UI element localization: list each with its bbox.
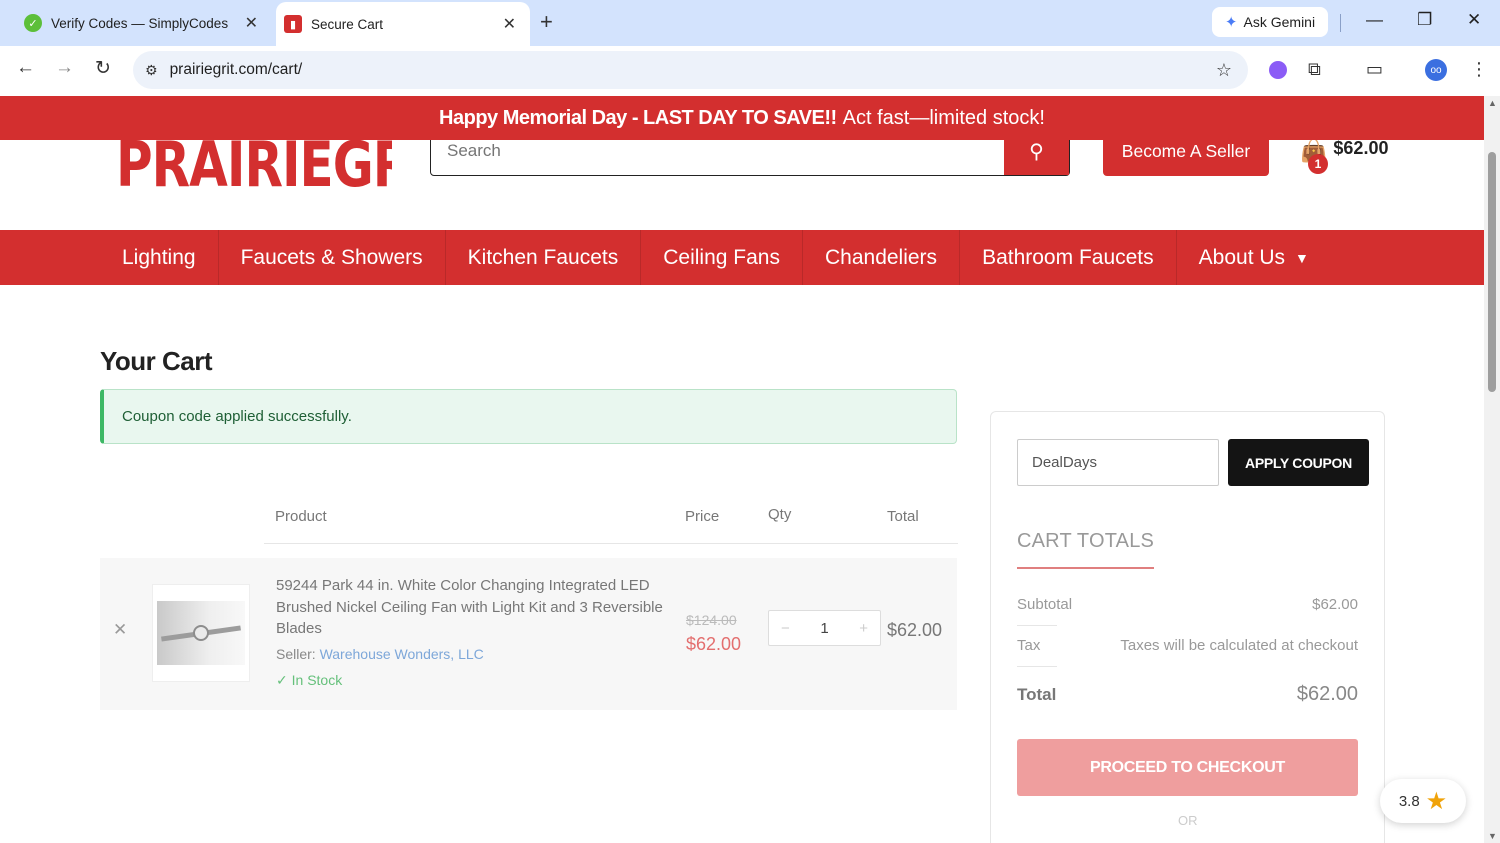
divider — [1340, 14, 1341, 32]
category-nav: Lighting Faucets & Showers Kitchen Fauce… — [0, 230, 1484, 285]
tab-title: Verify Codes — SimplyCodes — [51, 15, 229, 31]
cart-count-badge: 1 — [1308, 154, 1328, 174]
subtotal-label: Subtotal — [1017, 596, 1073, 613]
column-qty: Qty — [768, 506, 792, 523]
nav-item-about-us[interactable]: About Us ▼ — [1177, 230, 1331, 285]
quantity-stepper: − 1 + — [768, 610, 881, 646]
tax-row: Tax Taxes will be calculated at checkout — [1017, 637, 1358, 654]
menu-kebab-icon[interactable]: ⋮ — [1470, 59, 1488, 80]
stock-label: In Stock — [291, 672, 343, 688]
chevron-down-icon: ▼ — [1295, 249, 1309, 266]
reload-icon[interactable]: ↻ — [95, 57, 111, 80]
close-tab-icon[interactable]: ✕ — [245, 13, 258, 33]
promo-bold: Happy Memorial Day - LAST DAY TO SAVE!! — [439, 106, 837, 129]
close-tab-icon[interactable]: ✕ — [503, 14, 516, 34]
promo-banner: Happy Memorial Day - LAST DAY TO SAVE!! … — [0, 96, 1484, 140]
seller-label: Seller: — [276, 646, 316, 662]
apply-coupon-button[interactable]: APPLY COUPON — [1228, 439, 1369, 486]
cart-table-header: Product Price Qty Total — [264, 496, 958, 544]
decrease-qty-button[interactable]: − — [781, 620, 790, 637]
mini-cart[interactable]: 👜 1 $62.00 — [1300, 138, 1389, 174]
quantity-value[interactable]: 1 — [820, 620, 828, 637]
gemini-icon: ✦ — [1224, 14, 1238, 31]
promo-rest: Act fast—limited stock! — [842, 106, 1045, 129]
coupon-code-input[interactable] — [1017, 439, 1219, 486]
tab-search-icon[interactable]: ▭ — [1366, 59, 1383, 80]
site-settings-icon[interactable]: ⚙ — [145, 62, 158, 79]
star-icon: ★ — [1425, 787, 1448, 815]
sale-price: $62.00 — [686, 634, 742, 654]
mini-cart-total: $62.00 — [1333, 138, 1389, 158]
rating-value: 3.8 — [1398, 792, 1420, 810]
nav-item-lighting[interactable]: Lighting — [100, 230, 219, 285]
ask-gemini-button[interactable]: ✦ Ask Gemini — [1212, 7, 1328, 37]
stock-status: ✓ In Stock — [276, 672, 342, 689]
divider — [1017, 625, 1057, 626]
subtotal-row: Subtotal $62.00 — [1017, 596, 1358, 613]
product-thumbnail[interactable] — [152, 584, 250, 682]
tab-title: Secure Cart — [311, 16, 384, 32]
simplycodes-icon: ✓ — [24, 14, 42, 32]
subtotal-value: $62.00 — [1312, 596, 1358, 613]
ask-gemini-label: Ask Gemini — [1243, 14, 1316, 30]
coupon-success-alert: Coupon code applied successfully. — [100, 389, 957, 444]
or-divider-text: OR — [1178, 813, 1198, 828]
shopping-bag-icon: 👜 1 — [1300, 138, 1328, 174]
nav-item-label: About Us — [1198, 245, 1286, 269]
tab-simplycodes[interactable]: ✓ Verify Codes — SimplyCodes ✕ — [10, 0, 272, 46]
cart-item-row: ✕ 59244 Park 44 in. White Color Changing… — [100, 558, 957, 710]
profile-avatar-icon[interactable]: oo — [1425, 59, 1447, 81]
column-product: Product — [275, 508, 327, 525]
scroll-up-icon[interactable]: ▲ — [1488, 98, 1497, 108]
tax-value: Taxes will be calculated at checkout — [1120, 637, 1358, 654]
browser-tab-bar: ✓ Verify Codes — SimplyCodes ✕ ▮ Secure … — [0, 0, 1500, 46]
line-total: $62.00 — [887, 620, 943, 640]
bookmark-star-icon[interactable]: ☆ — [1216, 60, 1232, 81]
grand-total-row: Total $62.00 — [1017, 683, 1358, 706]
ceiling-fan-image — [157, 601, 245, 665]
column-total: Total — [887, 508, 919, 525]
scrollbar-thumb[interactable] — [1488, 152, 1496, 392]
page-title: Your Cart — [100, 346, 213, 376]
new-tab-icon[interactable]: + — [540, 9, 553, 35]
tab-secure-cart[interactable]: ▮ Secure Cart ✕ — [276, 2, 530, 46]
extension-purple-icon[interactable] — [1269, 61, 1287, 79]
increase-qty-button[interactable]: + — [859, 620, 868, 637]
nav-item-chandeliers[interactable]: Chandeliers — [803, 230, 961, 285]
forward-icon[interactable]: → — [55, 57, 74, 79]
product-name[interactable]: 59244 Park 44 in. White Color Changing I… — [276, 575, 676, 640]
seller-link[interactable]: Warehouse Wonders, LLC — [320, 646, 484, 662]
total-label: Total — [1017, 684, 1057, 704]
close-window-icon[interactable]: ✕ — [1467, 10, 1481, 30]
checkmark-icon: ✓ — [276, 672, 288, 688]
browser-toolbar: ← → ↻ ⚙ prairiegrit.com/cart/ ☆ ⧉ ▭ oo ⋮ — [0, 46, 1500, 96]
nav-item-bathroom-faucets[interactable]: Bathroom Faucets — [960, 230, 1177, 285]
restore-icon[interactable]: ❐ — [1417, 10, 1432, 30]
search-icon: ⚲ — [1029, 140, 1044, 163]
extensions-puzzle-icon[interactable]: ⧉ — [1308, 59, 1321, 80]
page-scrollbar[interactable]: ▲ ▼ — [1484, 96, 1500, 843]
page-viewport: Happy Memorial Day - LAST DAY TO SAVE!! … — [0, 96, 1484, 843]
cart-totals-heading: CART TOTALS — [1017, 530, 1155, 569]
proceed-to-checkout-button[interactable]: PROCEED TO CHECKOUT — [1017, 739, 1358, 796]
back-icon[interactable]: ← — [16, 57, 35, 79]
cart-totals-panel: APPLY COUPON CART TOTALS Subtotal $62.00… — [990, 411, 1385, 843]
minimize-icon[interactable]: — — [1366, 10, 1383, 30]
column-price: Price — [685, 508, 720, 525]
original-price: $124.00 — [686, 612, 737, 628]
logo-text: PRAIRIEGRIT — [116, 130, 392, 197]
rating-widget[interactable]: 3.8 ★ — [1380, 779, 1466, 823]
product-seller: Seller: Warehouse Wonders, LLC — [276, 646, 484, 662]
nav-item-ceiling-fans[interactable]: Ceiling Fans — [641, 230, 803, 285]
address-bar[interactable]: ⚙ prairiegrit.com/cart/ ☆ — [133, 51, 1248, 89]
total-value: $62.00 — [1296, 683, 1358, 705]
scroll-down-icon[interactable]: ▼ — [1488, 831, 1497, 841]
tax-label: Tax — [1017, 637, 1041, 654]
nav-item-kitchen-faucets[interactable]: Kitchen Faucets — [446, 230, 642, 285]
remove-item-icon[interactable]: ✕ — [113, 620, 127, 640]
nav-item-faucets-showers[interactable]: Faucets & Showers — [219, 230, 446, 285]
divider — [1017, 666, 1057, 667]
prairiegrit-icon: ▮ — [284, 15, 302, 33]
url-text: prairiegrit.com/cart/ — [169, 61, 303, 78]
